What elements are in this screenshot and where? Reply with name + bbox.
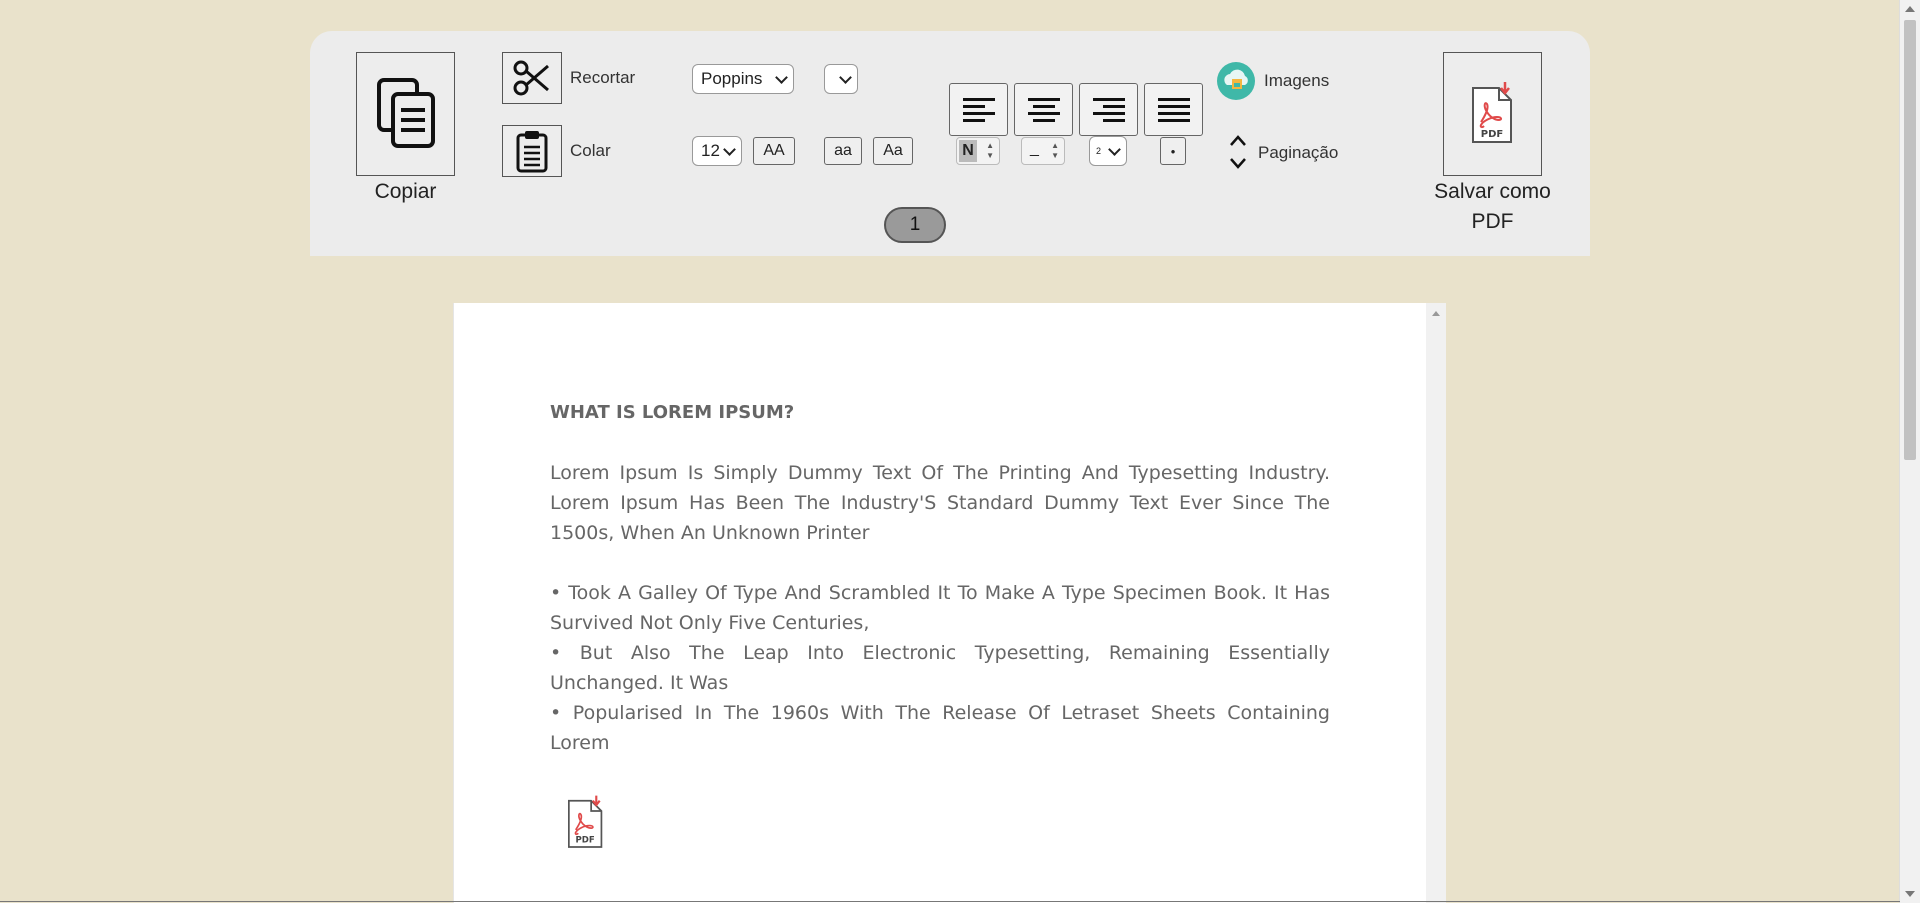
font-family-value: Poppins <box>701 69 763 88</box>
document-scrollbar[interactable] <box>1426 303 1446 903</box>
bullet-item: • Popularised In The 1960s With The Rele… <box>550 702 1330 754</box>
scrollbar-thumb[interactable] <box>1904 20 1916 460</box>
align-justify-icon <box>1157 97 1190 122</box>
image-upload-icon <box>1217 62 1255 100</box>
pdf-icon: PDF <box>1471 82 1512 143</box>
align-center-icon <box>1027 97 1060 122</box>
copy-label: Copiar <box>374 180 437 203</box>
document-page[interactable]: WHAT IS LOREM IPSUM? Lorem Ipsum Is Simp… <box>453 303 1446 903</box>
save-as-pdf-button[interactable]: PDF <box>1443 52 1542 176</box>
copy-button[interactable] <box>356 52 455 176</box>
pagination-label: Paginação <box>1258 143 1339 162</box>
svg-text:PDF: PDF <box>1480 129 1502 140</box>
indent-value: _ <box>1030 140 1039 157</box>
paste-label: Colar <box>570 141 611 160</box>
chevron-down-icon <box>775 71 788 84</box>
images-label: Imagens <box>1264 71 1330 90</box>
cut-button[interactable] <box>502 52 562 104</box>
uppercase-button[interactable]: AA <box>753 137 795 165</box>
scissors-icon <box>513 60 549 96</box>
line-spacing-select[interactable]: 2 <box>1089 136 1127 166</box>
align-left-button[interactable] <box>949 83 1008 136</box>
paste-button[interactable] <box>502 125 562 177</box>
chevron-down-icon <box>839 71 852 84</box>
save-as-pdf-label: Salvar como PDF <box>1434 180 1551 233</box>
font-family-select[interactable]: Poppins <box>692 64 794 94</box>
align-left-icon <box>962 97 995 122</box>
document-paragraph: Lorem Ipsum Is Simply Dummy Text Of The … <box>550 462 1330 544</box>
editor-toolbar: Copiar Recortar Colar Poppins 12 AA aa A… <box>310 31 1590 256</box>
spinner-arrows-icon[interactable]: ▲ ▼ <box>986 141 994 161</box>
pagination-button[interactable]: Paginação <box>1228 133 1378 173</box>
clipboard-icon <box>516 131 548 173</box>
svg-text:PDF: PDF <box>576 836 595 846</box>
bullet-item: • But Also The Leap Into Electronic Type… <box>550 642 1330 694</box>
images-button[interactable]: Imagens <box>1216 61 1366 101</box>
align-justify-button[interactable] <box>1144 83 1203 136</box>
scroll-up-arrow-icon[interactable] <box>1432 311 1440 316</box>
cut-label: Recortar <box>570 68 636 87</box>
font-style-select[interactable] <box>824 64 858 94</box>
bullet-list-button[interactable]: • <box>1160 137 1186 165</box>
lowercase-button[interactable]: aa <box>824 137 862 165</box>
up-down-chevron-icon <box>1230 135 1246 169</box>
chevron-down-icon <box>1108 143 1121 156</box>
indent-spinner[interactable]: _ ▲ ▼ <box>1021 137 1065 165</box>
page-number-badge[interactable]: 1 <box>884 207 946 243</box>
align-right-button[interactable] <box>1079 83 1138 136</box>
font-size-select[interactable]: 12 <box>692 136 742 166</box>
scroll-up-arrow-icon[interactable] <box>1905 6 1915 12</box>
bold-label: N <box>959 140 977 162</box>
line-spacing-value: 2 <box>1096 146 1102 156</box>
bullet-item: • Took A Galley Of Type And Scrambled It… <box>550 582 1330 634</box>
align-right-icon <box>1092 97 1125 122</box>
scroll-down-arrow-icon[interactable] <box>1905 891 1915 897</box>
bottom-divider <box>0 901 1900 902</box>
document-heading: WHAT IS LOREM IPSUM? <box>550 402 795 423</box>
document-content[interactable]: WHAT IS LOREM IPSUM? Lorem Ipsum Is Simp… <box>550 398 1330 758</box>
pdf-icon[interactable]: PDF <box>562 793 610 853</box>
capitalize-button[interactable]: Aa <box>873 137 913 165</box>
chevron-down-icon <box>723 143 736 156</box>
copy-icon <box>376 78 435 148</box>
spinner-arrows-icon[interactable]: ▲ ▼ <box>1051 141 1059 161</box>
font-size-value: 12 <box>701 141 720 160</box>
window-scrollbar[interactable] <box>1899 0 1920 903</box>
bold-weight-spinner[interactable]: N ▲ ▼ <box>956 137 1000 165</box>
align-center-button[interactable] <box>1014 83 1073 136</box>
